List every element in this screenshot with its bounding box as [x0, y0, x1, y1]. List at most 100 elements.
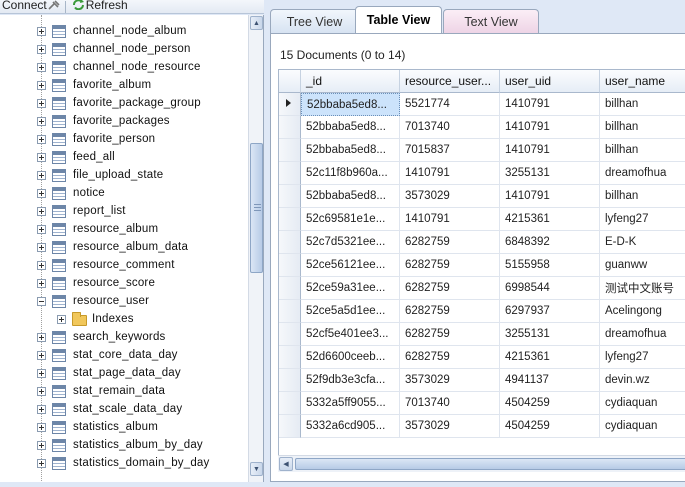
table-cell[interactable]: 3573029 — [400, 185, 500, 208]
table-cell[interactable]: 7013740 — [400, 116, 500, 139]
column-header[interactable]: user_uid — [500, 70, 600, 93]
tree-item[interactable]: resource_album_data — [0, 238, 248, 256]
row-header[interactable] — [279, 116, 301, 139]
table-cell[interactable]: 1410791 — [500, 93, 600, 116]
tree-item[interactable]: notice — [0, 184, 248, 202]
table-cell[interactable]: 4941137 — [500, 369, 600, 392]
tree-item[interactable]: stat_scale_data_day — [0, 400, 248, 418]
tab-tree-view[interactable]: Tree View — [270, 9, 359, 33]
table-cell[interactable]: billhan — [600, 185, 685, 208]
tree-item[interactable]: favorite_packages — [0, 112, 248, 130]
table-cell[interactable]: 5521774 — [400, 93, 500, 116]
scroll-down-icon[interactable]: ▼ — [250, 462, 263, 476]
table-cell[interactable]: billhan — [600, 116, 685, 139]
tree-item[interactable]: Indexes — [0, 310, 248, 328]
table-cell[interactable]: 52f9db3e3cfa... — [301, 369, 400, 392]
table-cell[interactable]: lyfeng27 — [600, 208, 685, 231]
table-cell[interactable]: 测试中文账号 — [600, 277, 685, 300]
table-cell[interactable]: 52c11f8b960a... — [301, 162, 400, 185]
table-cell[interactable]: 3573029 — [400, 369, 500, 392]
table-cell[interactable]: 6282759 — [400, 300, 500, 323]
table-cell[interactable]: E-D-K — [600, 231, 685, 254]
table-cell[interactable]: billhan — [600, 93, 685, 116]
table-cell[interactable]: 5332a5ff9055... — [301, 392, 400, 415]
current-row-indicator[interactable] — [279, 93, 301, 116]
row-header[interactable] — [279, 323, 301, 346]
tree-vertical-scrollbar[interactable]: ▲ ▼ — [248, 15, 263, 487]
row-header[interactable] — [279, 139, 301, 162]
refresh-button[interactable]: Refresh — [72, 0, 128, 12]
table-cell[interactable]: 52c69581e1e... — [301, 208, 400, 231]
row-header[interactable] — [279, 300, 301, 323]
table-cell[interactable]: 52c7d5321ee... — [301, 231, 400, 254]
collapse-icon[interactable] — [37, 297, 46, 306]
tree-item[interactable]: favorite_album — [0, 76, 248, 94]
tree-item[interactable]: channel_node_resource — [0, 58, 248, 76]
tree-item[interactable]: feed_all — [0, 148, 248, 166]
table-cell[interactable]: 3573029 — [400, 415, 500, 438]
scroll-left-icon[interactable]: ◀ — [279, 457, 293, 471]
table-cell[interactable]: 1410791 — [500, 185, 600, 208]
table-cell[interactable]: 7015837 — [400, 139, 500, 162]
expand-icon[interactable] — [37, 153, 46, 162]
table-cell[interactable]: 4504259 — [500, 392, 600, 415]
table-cell[interactable]: 3255131 — [500, 323, 600, 346]
table-cell[interactable]: 52bbaba5ed8... — [301, 116, 400, 139]
expand-icon[interactable] — [57, 315, 66, 324]
row-header[interactable] — [279, 208, 301, 231]
expand-icon[interactable] — [37, 99, 46, 108]
horizontal-scrollbar-thumb[interactable] — [295, 458, 685, 470]
table-cell[interactable]: Acelingong — [600, 300, 685, 323]
table-cell[interactable]: 1410791 — [500, 139, 600, 162]
expand-icon[interactable] — [37, 45, 46, 54]
expand-icon[interactable] — [37, 369, 46, 378]
expand-icon[interactable] — [37, 207, 46, 216]
expand-icon[interactable] — [37, 423, 46, 432]
table-cell[interactable]: 52ce59a31ee... — [301, 277, 400, 300]
expand-icon[interactable] — [37, 261, 46, 270]
table-cell[interactable]: 5332a6cd905... — [301, 415, 400, 438]
table-cell[interactable]: 6282759 — [400, 323, 500, 346]
table-cell[interactable]: billhan — [600, 139, 685, 162]
expand-icon[interactable] — [37, 27, 46, 36]
row-header[interactable] — [279, 254, 301, 277]
table-cell[interactable]: 1410791 — [400, 208, 500, 231]
table-cell[interactable]: 52bbaba5ed8... — [301, 93, 400, 116]
tree-item[interactable]: channel_node_person — [0, 40, 248, 58]
column-header[interactable]: resource_user... — [400, 70, 500, 93]
tree-item[interactable]: statistics_album — [0, 418, 248, 436]
table-cell[interactable]: 5155958 — [500, 254, 600, 277]
expand-icon[interactable] — [37, 333, 46, 342]
tree-item[interactable]: statistics_album_by_day — [0, 436, 248, 454]
expand-icon[interactable] — [37, 459, 46, 468]
row-header[interactable] — [279, 162, 301, 185]
table-cell[interactable]: 1410791 — [500, 116, 600, 139]
row-header[interactable] — [279, 346, 301, 369]
table-cell[interactable]: 52cf5e401ee3... — [301, 323, 400, 346]
tree-item[interactable]: favorite_person — [0, 130, 248, 148]
table-cell[interactable]: 1410791 — [400, 162, 500, 185]
expand-icon[interactable] — [37, 279, 46, 288]
table-cell[interactable]: 6297937 — [500, 300, 600, 323]
row-header[interactable] — [279, 231, 301, 254]
table-cell[interactable]: 4215361 — [500, 208, 600, 231]
table-cell[interactable]: 6282759 — [400, 277, 500, 300]
tree-item[interactable]: stat_core_data_day — [0, 346, 248, 364]
row-header[interactable] — [279, 277, 301, 300]
scrollbar-thumb[interactable] — [250, 143, 263, 273]
expand-icon[interactable] — [37, 351, 46, 360]
tree-item[interactable]: resource_album — [0, 220, 248, 238]
table-cell[interactable]: 52bbaba5ed8... — [301, 185, 400, 208]
tree-item[interactable]: stat_page_data_day — [0, 364, 248, 382]
table-cell[interactable]: dreamofhua — [600, 323, 685, 346]
table-cell[interactable]: dreamofhua — [600, 162, 685, 185]
tab-text-view[interactable]: Text View — [443, 9, 539, 33]
tree-item[interactable]: statistics_domain_by_day — [0, 454, 248, 472]
expand-icon[interactable] — [37, 243, 46, 252]
connect-button[interactable]: Connect — [0, 0, 61, 12]
expand-icon[interactable] — [37, 225, 46, 234]
expand-icon[interactable] — [37, 135, 46, 144]
row-header[interactable] — [279, 392, 301, 415]
table-cell[interactable]: 52ce5a5d1ee... — [301, 300, 400, 323]
scroll-up-icon[interactable]: ▲ — [250, 16, 263, 30]
